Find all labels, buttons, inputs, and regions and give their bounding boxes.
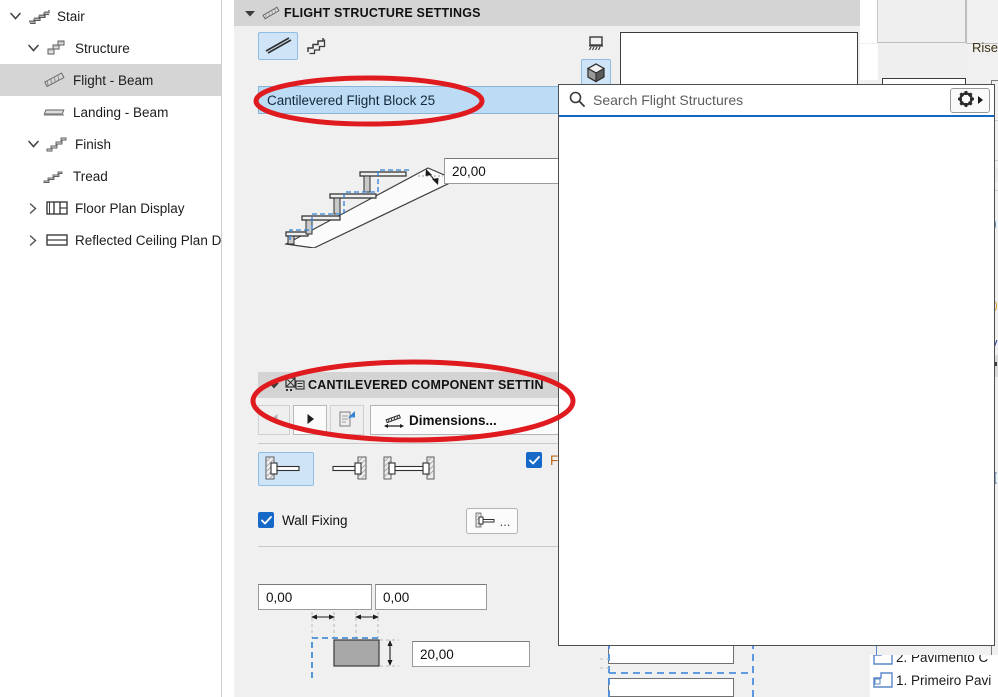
dimensions-button-label: Dimensions... bbox=[409, 412, 497, 428]
flight-structure-section-title: FLIGHT STRUCTURE SETTINGS bbox=[284, 6, 481, 20]
tree-item-floor-plan-display[interactable]: Floor Plan Display bbox=[18, 192, 221, 224]
triangle-right-icon bbox=[306, 413, 315, 428]
truncated-checkbox-label: F bbox=[550, 452, 559, 468]
level-row-upper[interactable]: 2. Pavimento C bbox=[870, 655, 988, 665]
checkbox-checked-icon[interactable] bbox=[258, 512, 274, 528]
level-label-lower: 1. Primeiro Pavi bbox=[896, 672, 992, 688]
offset-right-field[interactable]: 0,00 bbox=[375, 584, 487, 610]
structure-tree-panel[interactable]: Stair Structure Flight - Beam Landing - … bbox=[0, 0, 222, 697]
cube-3d-icon bbox=[585, 62, 607, 87]
tree-item-landing-beam[interactable]: Landing - Beam bbox=[0, 96, 221, 128]
monolith-type-button[interactable] bbox=[258, 32, 298, 60]
tree-item-structure[interactable]: Structure bbox=[18, 32, 221, 64]
flight-structure-combo[interactable]: Cantilevered Flight Block 25 bbox=[258, 86, 580, 114]
tree-item-flight-beam[interactable]: Flight - Beam bbox=[0, 64, 221, 96]
bg-tab-a bbox=[878, 0, 966, 43]
search-input[interactable]: Search Flight Structures bbox=[585, 92, 743, 108]
wall-fixing-label: Wall Fixing bbox=[282, 512, 348, 528]
stair-icon bbox=[24, 7, 54, 25]
flight-thickness-field[interactable]: 20,00 bbox=[444, 158, 562, 184]
offset-left-field[interactable]: 0,00 bbox=[258, 584, 372, 610]
finish-icon bbox=[42, 134, 72, 154]
fixing-left-wall-button[interactable] bbox=[258, 452, 314, 486]
checkbox-checked-icon[interactable] bbox=[526, 452, 542, 468]
tree-label-flight-beam: Flight - Beam bbox=[73, 72, 154, 88]
tree-item-stair[interactable]: Stair bbox=[0, 0, 221, 32]
structure-preview-box bbox=[620, 32, 858, 90]
chevron-right-icon[interactable] bbox=[24, 202, 42, 214]
fixing-both-walls-button[interactable] bbox=[378, 452, 440, 486]
bg-tab-b bbox=[878, 44, 966, 80]
tree-label-floor-plan-display: Floor Plan Display bbox=[75, 200, 185, 216]
tree-label-stair: Stair bbox=[57, 8, 85, 24]
tree-label-tread: Tread bbox=[73, 168, 108, 184]
search-icon bbox=[569, 91, 585, 110]
flight-structure-icon bbox=[258, 4, 284, 22]
triangle-left-icon bbox=[270, 413, 279, 428]
bg-white-b bbox=[860, 44, 878, 80]
chevron-down-icon[interactable] bbox=[6, 12, 24, 20]
flight-structure-section-header[interactable]: FLIGHT STRUCTURE SETTINGS bbox=[234, 0, 860, 26]
rise-label: Rise bbox=[972, 40, 998, 55]
triangle-down-icon[interactable] bbox=[266, 382, 282, 389]
bg-line-b bbox=[966, 0, 967, 43]
gear-icon bbox=[957, 90, 975, 111]
wall-fixing-detail-icon bbox=[474, 511, 498, 532]
previous-component-button[interactable] bbox=[258, 405, 290, 435]
level-label-upper: 2. Pavimento C bbox=[896, 655, 989, 665]
tree-item-reflected-ceiling-plan[interactable]: Reflected Ceiling Plan Disp bbox=[18, 224, 222, 256]
app-root: Rise ) vi i[ 2. Pavimento C 1. Primei bbox=[0, 0, 998, 697]
tree-label-reflected-ceiling-plan: Reflected Ceiling Plan Disp bbox=[75, 232, 222, 248]
dimensions-icon bbox=[379, 410, 409, 430]
level-icon bbox=[870, 672, 896, 688]
chevron-right-icon[interactable] bbox=[24, 234, 42, 246]
flight-beam-icon bbox=[40, 70, 70, 90]
tree-label-structure: Structure bbox=[75, 40, 130, 56]
chevron-down-icon[interactable] bbox=[24, 140, 42, 148]
section-view-button[interactable] bbox=[581, 32, 611, 58]
cantilevered-section-title: CANTILEVERED COMPONENT SETTIN bbox=[308, 378, 544, 392]
copy-settings-icon bbox=[337, 409, 357, 432]
stepped-type-button[interactable] bbox=[302, 32, 338, 60]
search-results-list[interactable] bbox=[559, 117, 994, 645]
tree-label-finish: Finish bbox=[75, 136, 112, 152]
flight-structure-diagram bbox=[278, 148, 468, 249]
chevron-down-icon[interactable] bbox=[24, 44, 42, 52]
floor-plan-icon bbox=[42, 199, 72, 217]
level-row-lower[interactable]: 1. Primeiro Pavi bbox=[870, 672, 991, 688]
tree-label-landing-beam: Landing - Beam bbox=[73, 104, 169, 120]
cantilevered-component-icon bbox=[282, 376, 308, 394]
wall-fixing-row[interactable]: Wall Fixing bbox=[258, 512, 348, 528]
wall-fixing-detail-button[interactable]: ... bbox=[466, 508, 518, 534]
next-component-button[interactable] bbox=[293, 405, 327, 435]
search-row[interactable]: Search Flight Structures bbox=[559, 85, 994, 117]
stepped-stair-icon bbox=[306, 35, 334, 58]
tree-item-finish[interactable]: Finish bbox=[18, 128, 221, 160]
caret-right-icon[interactable] bbox=[977, 93, 984, 108]
bg-white-a bbox=[860, 0, 878, 43]
truncated-checkbox-row[interactable]: F bbox=[526, 452, 558, 468]
cantilever-right-icon bbox=[323, 454, 369, 485]
section-view-icon bbox=[585, 34, 607, 57]
wall-fixing-detail-label: ... bbox=[499, 513, 511, 529]
cantilever-left-icon bbox=[263, 454, 309, 485]
flight-structure-combo-value: Cantilevered Flight Block 25 bbox=[267, 92, 436, 108]
structure-icon bbox=[42, 38, 72, 58]
diagonal-slab-icon bbox=[263, 35, 293, 58]
block-height-field[interactable]: 20,00 bbox=[412, 641, 530, 667]
bg-right-frame-top bbox=[991, 80, 998, 81]
cantilever-both-icon bbox=[382, 454, 436, 485]
landing-beam-icon bbox=[40, 104, 70, 120]
fixing-right-wall-button[interactable] bbox=[318, 452, 374, 486]
tree-item-tread[interactable]: Tread bbox=[0, 160, 221, 192]
copy-settings-button[interactable] bbox=[330, 405, 364, 435]
ceiling-plan-icon bbox=[42, 231, 72, 249]
tread-icon bbox=[40, 167, 70, 185]
level-list: 2. Pavimento C 1. Primeiro Pavi bbox=[870, 655, 998, 697]
flight-structures-search-popup[interactable]: Search Flight Structures bbox=[558, 84, 995, 646]
triangle-down-icon[interactable] bbox=[242, 10, 258, 17]
level-icon bbox=[870, 655, 896, 665]
search-settings-button[interactable] bbox=[950, 88, 990, 113]
